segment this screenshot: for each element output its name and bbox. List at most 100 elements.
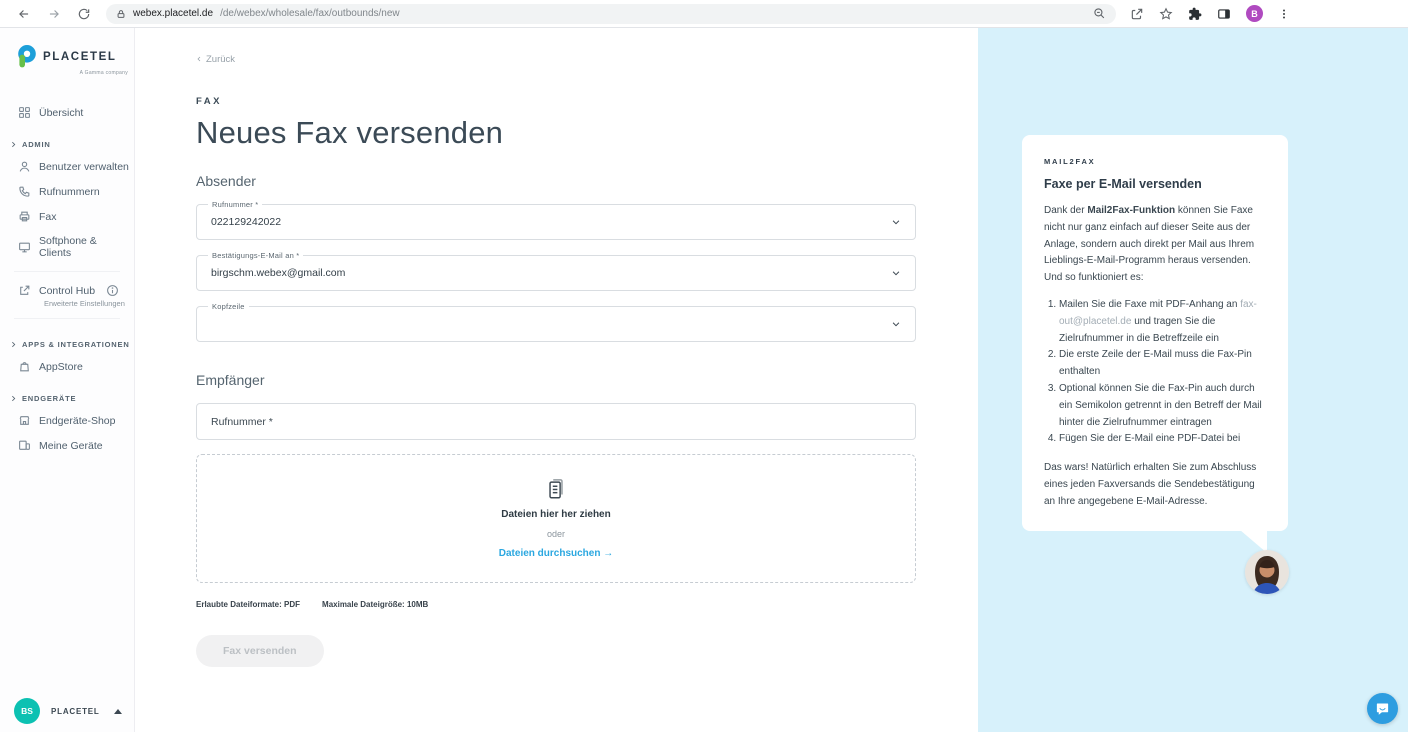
allowed-formats-hint: Erlaubte Dateiformate: PDF: [196, 600, 300, 609]
help-panel: MAIL2FAX Faxe per E-Mail versenden Dank …: [978, 28, 1408, 732]
grid-icon: [18, 106, 31, 119]
sidebar-item-appstore[interactable]: AppStore: [0, 354, 134, 379]
recipient-number-input[interactable]: [196, 403, 916, 440]
sidebar-item-label: Endgeräte-Shop: [39, 415, 115, 427]
browser-reload-button[interactable]: [76, 6, 92, 22]
external-link-icon: [18, 284, 31, 297]
sidebar-item-uebersicht[interactable]: Übersicht: [0, 100, 134, 125]
account-label: PLACETEL: [51, 707, 114, 716]
sidebar-account-switcher[interactable]: BS PLACETEL: [0, 698, 134, 724]
brand-tagline: A Gamma company: [16, 70, 128, 76]
chevron-right-icon: [10, 141, 17, 148]
help-outro: Das wars! Natürlich erhalten Sie zum Abs…: [1044, 460, 1266, 510]
sidebar-item-label: Benutzer verwalten: [39, 161, 129, 173]
browser-forward-button[interactable]: [46, 6, 62, 22]
help-intro: Dank der Mail2Fax-Funktion können Sie Fa…: [1044, 203, 1266, 287]
info-icon: [106, 284, 119, 297]
support-agent-avatar: [1245, 550, 1289, 594]
browser-back-button[interactable]: [16, 6, 32, 22]
placetel-logo[interactable]: PLACETEL: [16, 45, 134, 69]
storefront-icon: [18, 414, 31, 427]
sidebar-section-apps-integrationen[interactable]: APPS & INTEGRATIONEN: [0, 325, 134, 354]
sidebar-item-endgeraete-shop[interactable]: Endgeräte-Shop: [0, 408, 134, 433]
field-label: Kopfzeile: [208, 302, 249, 311]
support-agent-photo: [1245, 550, 1289, 594]
devices-icon: [18, 439, 31, 452]
chevron-down-icon: [891, 268, 901, 278]
dropzone-or-label: oder: [547, 529, 565, 539]
sidebar-section-admin[interactable]: ADMIN: [0, 125, 134, 154]
sender-number-select[interactable]: Rufnummer * 022129242022: [196, 204, 916, 240]
main-content: Zurück FAX Neues Fax versenden Absender …: [135, 28, 978, 732]
sidebar-item-label: Rufnummern: [39, 186, 100, 198]
browse-files-link[interactable]: Dateien durchsuchen →: [499, 548, 613, 559]
field-label: Bestätigungs-E-Mail an *: [208, 251, 303, 260]
sidebar-item-label: Control Hub: [39, 285, 95, 297]
side-panel-icon[interactable]: [1217, 7, 1231, 21]
send-fax-button[interactable]: Fax versenden: [196, 635, 324, 667]
sidebar-item-softphone-clients[interactable]: Softphone & Clients: [0, 229, 134, 265]
file-hints: Erlaubte Dateiformate: PDF Maximale Date…: [196, 600, 916, 609]
dropzone-drag-label: Dateien hier her ziehen: [501, 509, 610, 520]
back-arrow-icon: [17, 7, 31, 21]
help-heading: Faxe per E-Mail versenden: [1044, 177, 1266, 191]
help-step: Die erste Zeile der E-Mail muss die Fax-…: [1059, 347, 1266, 381]
sidebar-item-rufnummern[interactable]: Rufnummern: [0, 179, 134, 204]
account-avatar: BS: [14, 698, 40, 724]
back-chevron-icon: [196, 55, 202, 63]
bookmark-star-icon[interactable]: [1159, 7, 1173, 21]
sidebar: PLACETEL A Gamma company Übersicht ADMIN…: [0, 28, 135, 732]
sidebar-item-label: Meine Geräte: [39, 440, 103, 452]
chevron-down-icon: [891, 319, 901, 329]
sidebar-item-fax[interactable]: Fax: [0, 204, 134, 229]
collapse-caret-icon: [114, 709, 122, 714]
user-icon: [18, 160, 31, 173]
control-hub-sublabel: Erweiterte Einstellungen: [0, 299, 134, 312]
kebab-menu-icon[interactable]: [1278, 7, 1290, 21]
field-value: 022129242022: [211, 216, 891, 228]
max-size-hint: Maximale Dateigröße: 10MB: [322, 600, 428, 609]
url-domain: webex.placetel.de: [133, 8, 213, 19]
brand-wordmark: PLACETEL: [43, 51, 117, 63]
fax-icon: [18, 210, 31, 223]
extensions-puzzle-icon[interactable]: [1188, 7, 1202, 21]
page-title: Neues Fax versenden: [196, 115, 978, 151]
address-bar[interactable]: webex.placetel.de/de/webex/wholesale/fax…: [106, 4, 1116, 24]
file-dropzone[interactable]: Dateien hier her ziehen oder Dateien dur…: [196, 454, 916, 583]
help-eyebrow: MAIL2FAX: [1044, 157, 1266, 166]
reload-icon: [77, 7, 91, 21]
help-step: Optional können Sie die Fax-Pin auch dur…: [1059, 381, 1266, 431]
field-label: Rufnummer *: [208, 200, 262, 209]
header-line-select[interactable]: Kopfzeile: [196, 306, 916, 342]
browser-profile-avatar[interactable]: B: [1246, 5, 1263, 22]
help-steps: Mailen Sie die Faxe mit PDF-Anhang an fa…: [1044, 297, 1266, 448]
placetel-logo-icon: [16, 45, 38, 69]
sidebar-item-meine-geraete[interactable]: Meine Geräte: [0, 433, 134, 458]
chevron-down-icon: [891, 217, 901, 227]
sidebar-item-benutzer-verwalten[interactable]: Benutzer verwalten: [0, 154, 134, 179]
chevron-right-icon: [10, 395, 17, 402]
sidebar-item-label: AppStore: [39, 361, 83, 373]
confirmation-email-select[interactable]: Bestätigungs-E-Mail an * birgschm.webex@…: [196, 255, 916, 291]
sidebar-section-endgeraete[interactable]: ENDGERÄTE: [0, 379, 134, 408]
back-link[interactable]: Zurück: [196, 54, 235, 65]
chat-widget-button[interactable]: [1367, 693, 1398, 724]
browser-chrome: webex.placetel.de/de/webex/wholesale/fax…: [0, 0, 1408, 28]
mail2fax-bold: Mail2Fax-Funktion: [1087, 205, 1175, 216]
mail2fax-info-card: MAIL2FAX Faxe per E-Mail versenden Dank …: [1022, 135, 1288, 531]
chevron-right-icon: [10, 341, 17, 348]
speech-bubble-tail: [1240, 530, 1267, 553]
share-icon[interactable]: [1130, 7, 1144, 21]
help-step: Mailen Sie die Faxe mit PDF-Anhang an fa…: [1059, 297, 1266, 347]
zoom-icon[interactable]: [1093, 7, 1106, 20]
help-step: Fügen Sie der E-Mail eine PDF-Datei bei: [1059, 431, 1266, 448]
document-icon: [545, 478, 567, 500]
sidebar-item-label: Softphone & Clients: [39, 235, 130, 259]
recipient-section-heading: Empfänger: [196, 372, 916, 388]
softphone-icon: [18, 241, 31, 254]
page-eyebrow: FAX: [196, 96, 978, 107]
phone-icon: [18, 185, 31, 198]
sidebar-item-label: Fax: [39, 211, 57, 223]
shopping-bag-icon: [18, 360, 31, 373]
sender-section-heading: Absender: [196, 173, 916, 189]
